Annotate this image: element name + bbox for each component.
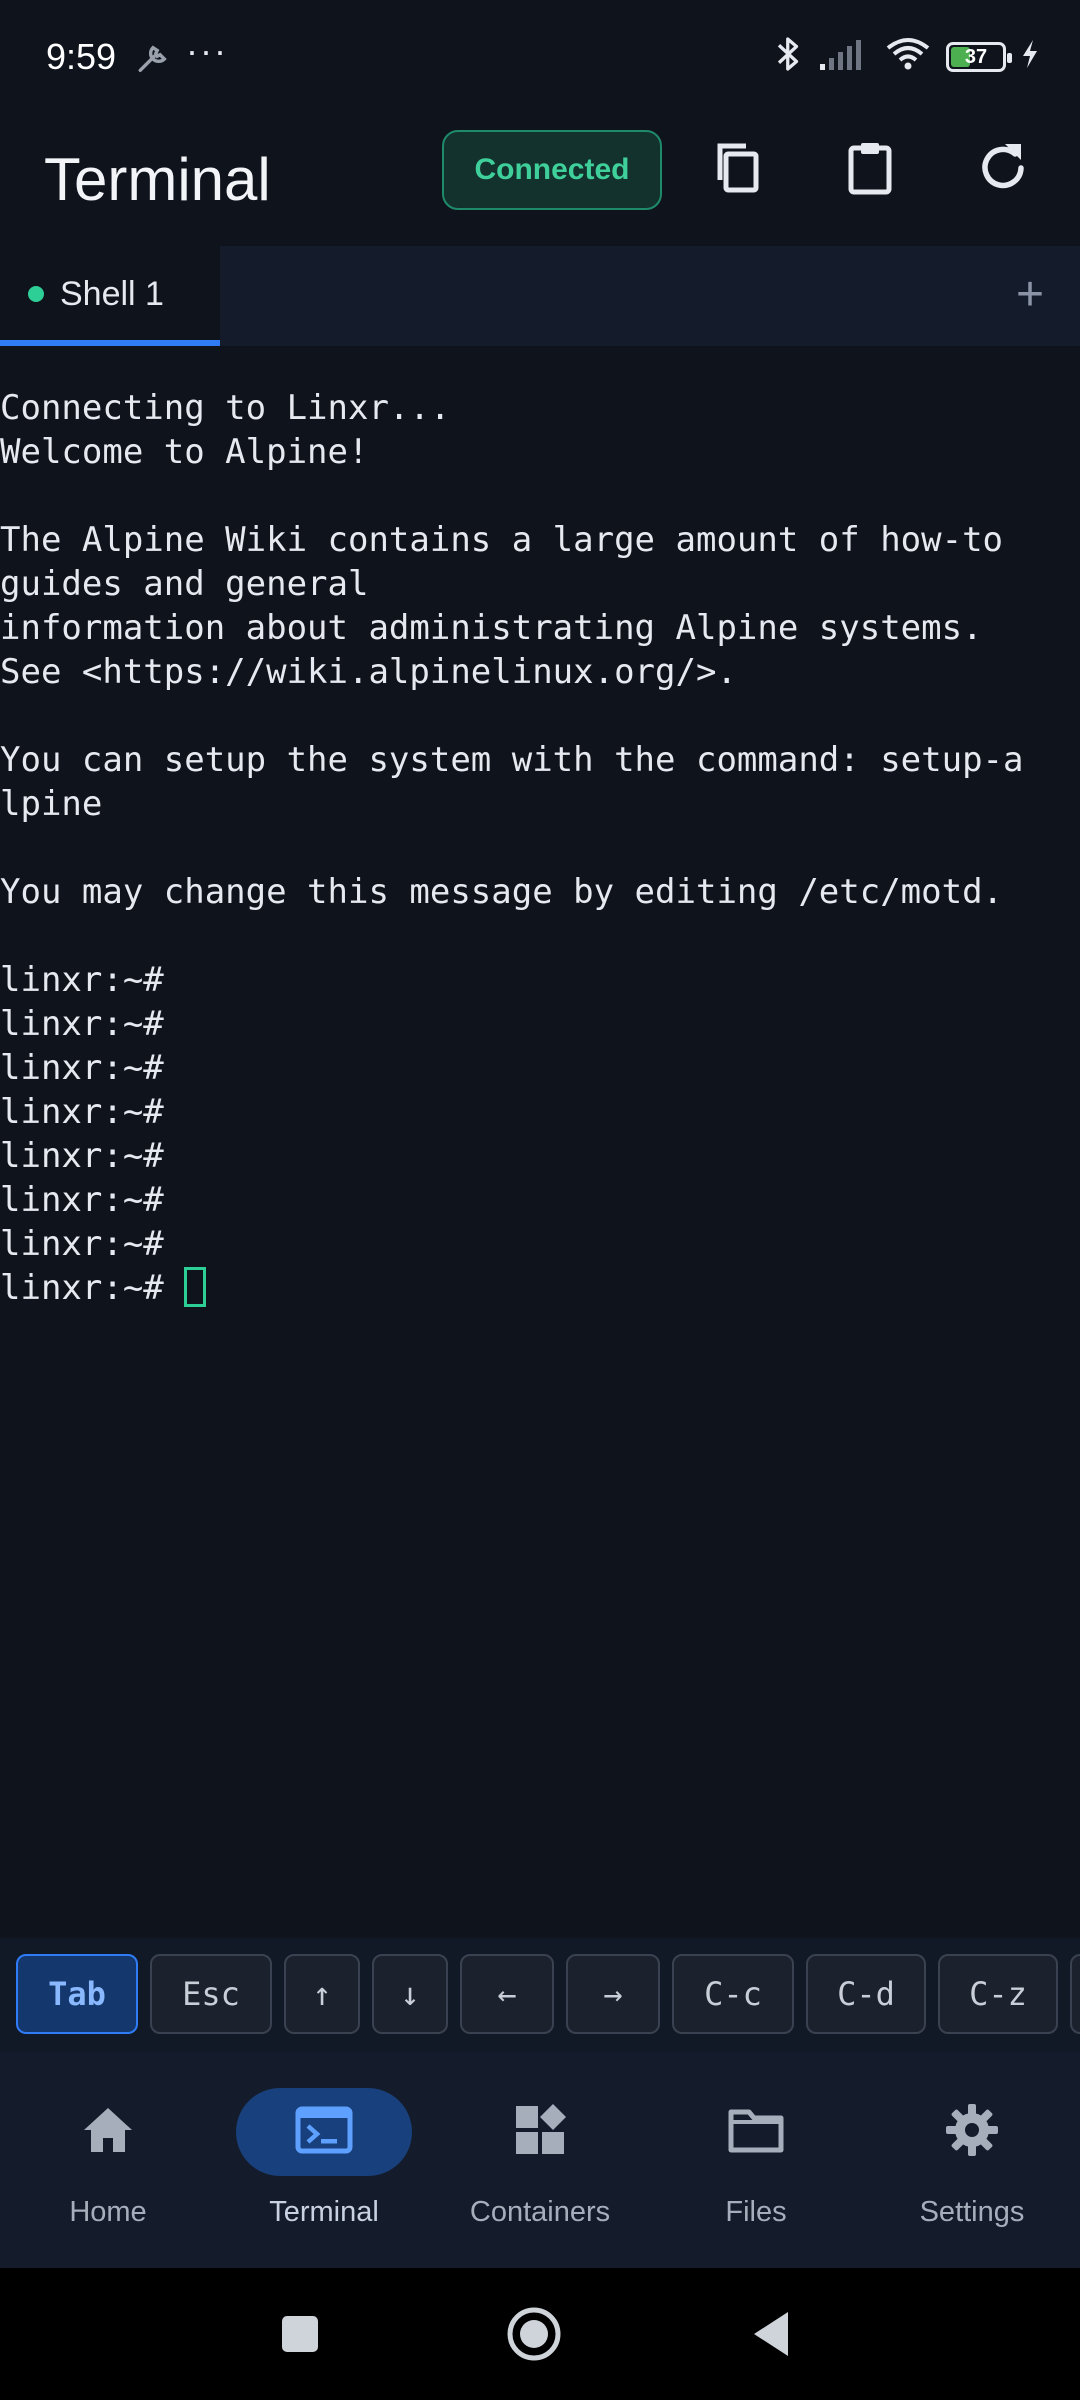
home-system-button[interactable] (506, 2306, 562, 2367)
paste-button[interactable] (830, 130, 910, 210)
back-icon (754, 2312, 788, 2356)
refresh-icon (975, 140, 1031, 201)
back-button[interactable] (752, 2310, 792, 2363)
terminal-line: linxr:~# (0, 1136, 164, 1176)
copy-button[interactable] (698, 130, 778, 210)
bottom-navigation: Home Terminal Containers Files Settings (0, 2052, 1080, 2268)
terminal-line: Connecting to Linxr... (0, 388, 451, 428)
key-arrow-left[interactable]: ← (460, 1954, 554, 2034)
add-tab-button[interactable]: + (998, 264, 1062, 328)
status-time: 9:59 (46, 36, 117, 77)
terminal-line: guides and general (0, 564, 369, 604)
key-tab[interactable]: Tab (16, 1954, 138, 2034)
terminal-line: You may change this message by editing /… (0, 872, 1004, 912)
key-esc[interactable]: Esc (150, 1954, 272, 2034)
recents-icon (282, 2316, 318, 2352)
nav-label: Files (725, 2196, 787, 2228)
nav-label: Home (69, 2196, 147, 2228)
nav-label: Terminal (269, 2196, 379, 2228)
system-navigation-bar (0, 2268, 1080, 2400)
shell-tab-bar: Shell 1 + (0, 246, 1080, 346)
key-arrow-right[interactable]: → (566, 1954, 660, 2034)
terminal-line: linxr:~# (0, 1004, 164, 1044)
terminal-icon (295, 2106, 353, 2159)
battery-level: 37 (964, 45, 988, 68)
more-notifications-icon: ··· (186, 30, 228, 71)
terminal-line: linxr:~# (0, 1224, 164, 1264)
recents-button[interactable] (280, 2314, 320, 2359)
nav-files[interactable]: Files (648, 2088, 864, 2248)
copy-icon (712, 140, 764, 201)
tab-label: Shell 1 (60, 275, 164, 313)
key-ctrl-z[interactable]: C-z (938, 1954, 1058, 2034)
terminal-line: Welcome to Alpine! (0, 432, 369, 472)
key-more[interactable] (1070, 1954, 1080, 2034)
page-title: Terminal (44, 146, 271, 213)
nav-terminal[interactable]: Terminal (216, 2088, 432, 2248)
key-arrow-up[interactable]: ↑ (284, 1954, 360, 2034)
key-ctrl-c[interactable]: C-c (672, 1954, 794, 2034)
key-ctrl-d[interactable]: C-d (806, 1954, 926, 2034)
status-bar: 9:59 ··· 37 (0, 0, 1080, 120)
charging-icon (1020, 38, 1040, 75)
containers-icon (512, 2102, 568, 2163)
nav-label: Settings (919, 2196, 1025, 2228)
extra-keys-bar: Tab Esc ↑ ↓ ← → C-c C-d C-z (0, 1938, 1080, 2052)
signal-icon (818, 36, 870, 77)
terminal-line: information about administrating Alpine … (0, 608, 983, 648)
bluetooth-icon (774, 34, 804, 79)
plus-icon: + (1015, 268, 1045, 321)
nav-home[interactable]: Home (0, 2088, 216, 2248)
wrench-icon (136, 42, 170, 81)
session-active-dot (28, 286, 44, 302)
terminal-line: linxr:~# (0, 1092, 164, 1132)
terminal-cursor (183, 1267, 206, 1307)
terminal-output[interactable]: Connecting to Linxr... Welcome to Alpine… (0, 386, 1080, 1926)
terminal-line: linxr:~# (0, 1048, 164, 1088)
active-tab-indicator (0, 340, 220, 346)
terminal-line: You can setup the system with the comman… (0, 740, 1024, 780)
terminal-line: The Alpine Wiki contains a large amount … (0, 520, 1004, 560)
key-arrow-down[interactable]: ↓ (372, 1954, 448, 2034)
terminal-line: linxr:~# (0, 1180, 164, 1220)
gear-icon (944, 2102, 1000, 2163)
terminal-line: lpine (0, 784, 103, 824)
home-icon (80, 2104, 136, 2161)
clipboard-icon (846, 140, 894, 201)
nav-settings[interactable]: Settings (864, 2088, 1080, 2248)
nav-containers[interactable]: Containers (432, 2088, 648, 2248)
connection-status-badge: Connected (442, 130, 662, 210)
nav-label: Containers (469, 2196, 611, 2228)
folder-icon (727, 2106, 785, 2159)
terminal-line: See <https://wiki.alpinelinux.org/>. (0, 652, 737, 692)
refresh-button[interactable] (963, 130, 1043, 210)
terminal-prompt: linxr:~# (0, 1268, 164, 1308)
app-header: Terminal Connected (0, 120, 1080, 248)
wifi-icon (884, 36, 932, 77)
tab-shell-1[interactable]: Shell 1 (0, 246, 220, 346)
terminal-prompt-line[interactable]: linxr:~# (0, 1266, 1080, 1310)
battery-icon: 37 (946, 41, 1012, 72)
terminal-line: linxr:~# (0, 960, 164, 1000)
